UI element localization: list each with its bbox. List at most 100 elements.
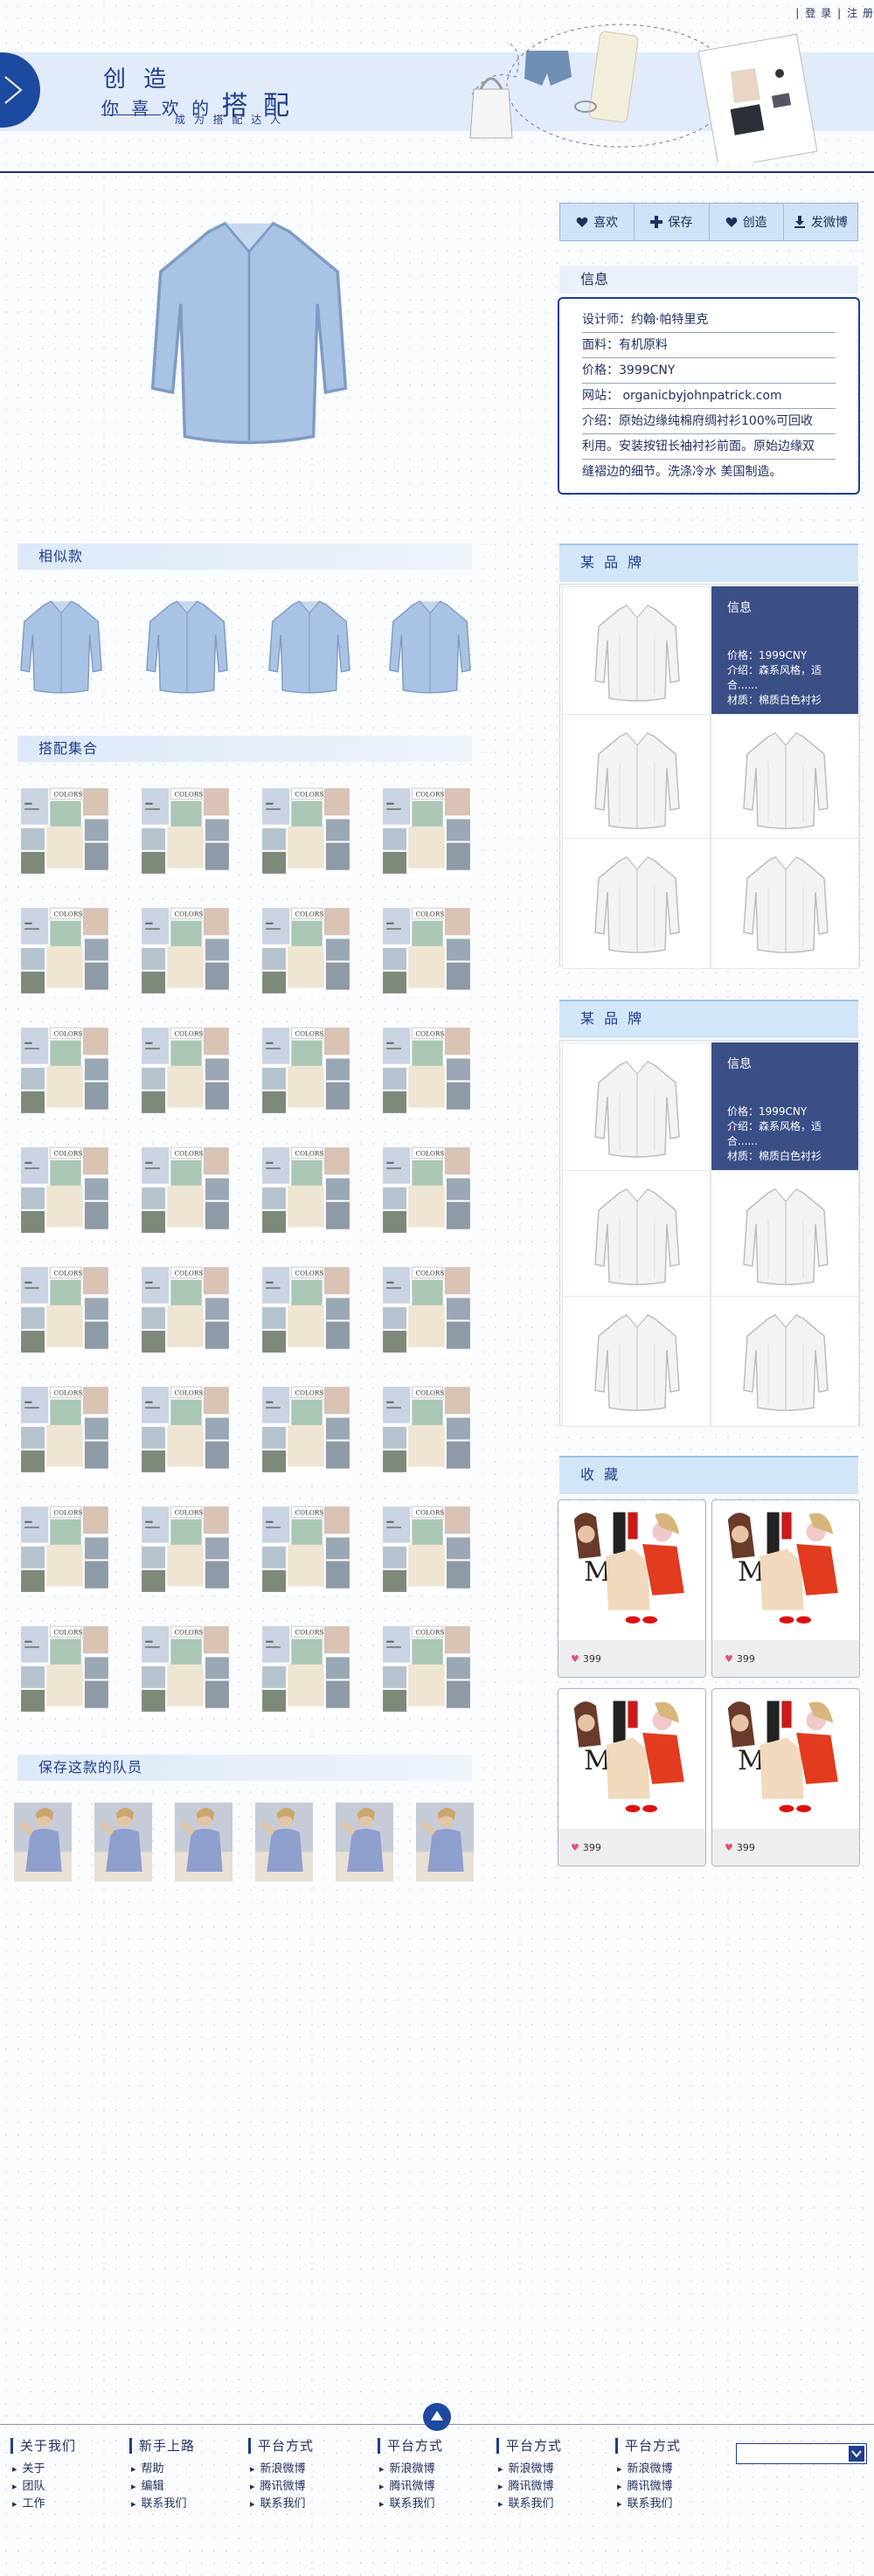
collection-item[interactable] — [260, 786, 351, 877]
brand-price: 价格：1999CNY — [727, 1105, 808, 1118]
brand-info-title: 信息 — [727, 601, 752, 615]
footer-column-title: 平台方式 — [378, 2438, 443, 2454]
brand-item[interactable] — [562, 1170, 711, 1301]
collection-item[interactable] — [140, 906, 231, 997]
footer-link[interactable]: 帮助 — [129, 2461, 195, 2478]
collection-item[interactable] — [260, 1624, 351, 1715]
footer-link[interactable]: 腾讯微博 — [378, 2478, 443, 2496]
collection-item[interactable] — [140, 1505, 231, 1596]
favorite-card[interactable]: ♥ 399 — [558, 1499, 706, 1678]
divider — [101, 114, 161, 115]
collection-item[interactable] — [381, 1505, 472, 1596]
similar-item[interactable] — [145, 592, 229, 701]
team-member-avatar[interactable] — [175, 1802, 232, 1882]
similar-item[interactable] — [19, 592, 103, 701]
brand-item[interactable] — [562, 1296, 711, 1427]
share-weibo-button[interactable]: 发微博 — [784, 204, 857, 240]
collection-item[interactable] — [260, 1026, 351, 1117]
website-row[interactable]: 网站： organicbyjohnpatrick.com — [582, 384, 836, 409]
footer-link[interactable]: 编辑 — [129, 2478, 195, 2496]
collection-item[interactable] — [140, 1624, 231, 1715]
collection-item[interactable] — [140, 786, 231, 877]
footer-link[interactable]: 联系我们 — [129, 2496, 195, 2513]
team-member-avatar[interactable] — [255, 1802, 313, 1882]
collection-item[interactable] — [381, 906, 472, 997]
collection-item[interactable] — [19, 1026, 110, 1117]
like-button[interactable]: 喜欢 — [560, 204, 635, 240]
footer-link[interactable]: 联系我们 — [615, 2496, 681, 2513]
brand-info-title: 信息 — [727, 1057, 752, 1071]
product-thumbnail — [593, 1305, 681, 1419]
collection-item[interactable] — [140, 1265, 231, 1356]
heart-icon[interactable]: ♥ — [571, 1842, 579, 1853]
footer-link[interactable]: 联系我们 — [248, 2496, 314, 2513]
footer-link[interactable]: 团队 — [10, 2478, 76, 2496]
team-member-avatar[interactable] — [14, 1802, 72, 1882]
footer-link[interactable]: 工作 — [10, 2496, 76, 2513]
footer-link[interactable]: 新浪微博 — [248, 2461, 314, 2478]
footer-select[interactable] — [736, 2443, 867, 2464]
heart-icon[interactable]: ♥ — [725, 1842, 733, 1853]
favorite-footer: ♥ 399 — [558, 1640, 705, 1677]
favorite-card[interactable]: ♥ 399 — [558, 1688, 706, 1866]
collection-item[interactable] — [381, 1026, 472, 1117]
collection-item[interactable] — [260, 1385, 351, 1476]
brand-item[interactable] — [711, 838, 859, 969]
heart-icon — [725, 217, 737, 227]
footer-link[interactable]: 联系我们 — [496, 2496, 562, 2513]
like-label: 喜欢 — [593, 216, 619, 230]
footer-link[interactable]: 关于 — [10, 2461, 76, 2478]
brand-item[interactable] — [711, 714, 859, 845]
collection-item[interactable] — [140, 1146, 231, 1236]
brand-item[interactable] — [562, 1042, 711, 1174]
collection-item[interactable] — [260, 1265, 351, 1356]
team-member-avatar[interactable] — [416, 1802, 474, 1882]
team-member-avatar[interactable] — [94, 1802, 152, 1882]
footer-link[interactable]: 联系我们 — [378, 2496, 443, 2513]
collection-item[interactable] — [140, 1385, 231, 1476]
collection-item[interactable] — [19, 906, 110, 997]
save-button[interactable]: 保存 — [635, 204, 710, 240]
brand-item[interactable] — [562, 838, 711, 969]
footer-link[interactable]: 腾讯微博 — [248, 2478, 314, 2496]
collection-item[interactable] — [19, 1505, 110, 1596]
footer-link[interactable]: 新浪微博 — [378, 2461, 443, 2478]
brand-item[interactable] — [562, 586, 711, 717]
collection-item[interactable] — [19, 786, 110, 877]
collection-item[interactable] — [19, 1146, 110, 1236]
back-to-top-button[interactable] — [423, 2403, 451, 2431]
collection-item[interactable] — [19, 1265, 110, 1356]
collection-item[interactable] — [381, 1265, 472, 1356]
collection-item[interactable] — [260, 1146, 351, 1236]
collection-item[interactable] — [19, 1385, 110, 1476]
collection-item[interactable] — [381, 1624, 472, 1715]
team-member-avatar[interactable] — [336, 1802, 393, 1882]
collection-item[interactable] — [381, 786, 472, 877]
collection-item[interactable] — [260, 906, 351, 997]
register-link[interactable]: 注 册 — [847, 5, 874, 20]
favorite-card[interactable]: ♥ 399 — [711, 1688, 860, 1866]
collection-item[interactable] — [381, 1146, 472, 1236]
intro-line: 介绍：原始边缘纯棉府绸衬衫100%可回收 — [582, 409, 836, 434]
footer-link[interactable]: 腾讯微博 — [615, 2478, 681, 2496]
product-thumbnail — [593, 848, 681, 961]
similar-item[interactable] — [267, 592, 351, 701]
favorites-title: 收 藏 — [559, 1456, 858, 1494]
create-button[interactable]: 创造 — [710, 204, 784, 240]
footer-link[interactable]: 新浪微博 — [496, 2461, 562, 2478]
collection-item[interactable] — [381, 1385, 472, 1476]
collection-item[interactable] — [260, 1505, 351, 1596]
brand-item[interactable] — [711, 1170, 859, 1301]
product-thumbnail — [593, 1052, 681, 1166]
footer-link[interactable]: 新浪微博 — [615, 2461, 681, 2478]
heart-icon[interactable]: ♥ — [725, 1653, 733, 1665]
footer-link[interactable]: 腾讯微博 — [496, 2478, 562, 2496]
brand-item[interactable] — [711, 1296, 859, 1427]
favorite-card[interactable]: ♥ 399 — [711, 1499, 860, 1678]
heart-icon[interactable]: ♥ — [571, 1653, 579, 1665]
collection-item[interactable] — [140, 1026, 231, 1117]
brand-title: 某 品 牌 — [559, 1000, 858, 1038]
brand-item[interactable] — [562, 714, 711, 845]
similar-item[interactable] — [388, 592, 472, 701]
collection-item[interactable] — [19, 1624, 110, 1715]
